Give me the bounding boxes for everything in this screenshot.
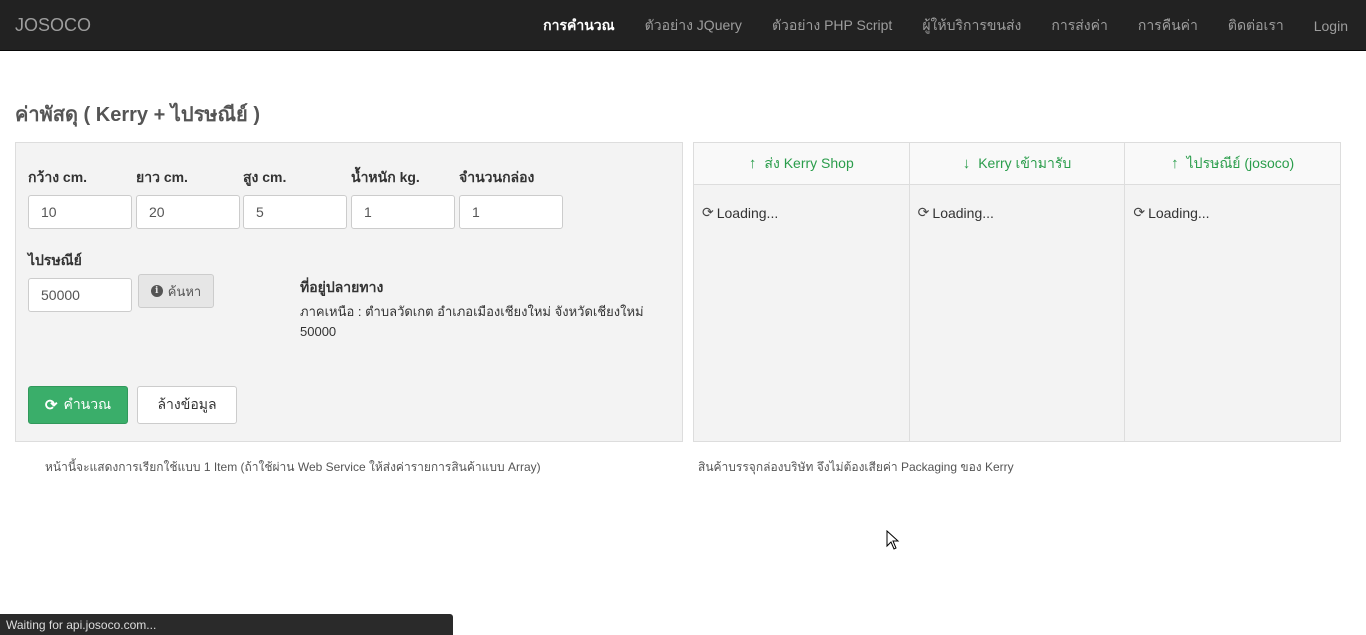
nav-item-calculation[interactable]: การคำนวณ (543, 15, 615, 37)
boxes-label: จำนวนกล่อง (459, 169, 535, 185)
boxes-input[interactable] (459, 195, 563, 229)
boxes-group: จำนวนกล่อง (459, 167, 563, 229)
loading-status: ⟳ Loading... (1133, 204, 1209, 221)
note-left: หน้านี้จะแสดงการเรียกใช้แบบ 1 Item (ถ้าใ… (45, 460, 541, 474)
nav-item-return-values[interactable]: การคืนค่า (1138, 15, 1198, 37)
search-button[interactable]: i ค้นหา (138, 274, 214, 308)
page-title: ค่าพัสดุ ( Kerry + ไปรษณีย์ ) (15, 104, 260, 126)
result-header: ↑ ส่ง Kerry Shop (694, 143, 909, 185)
destination-address: ที่อยู่ปลายทาง ภาคเหนือ : ตำบลวัดเกต อำเ… (300, 277, 670, 342)
refresh-icon: ⟳ (702, 204, 714, 220)
info-icon: i (150, 285, 163, 297)
length-group: ยาว cm. (136, 167, 240, 229)
mouse-cursor-icon (886, 530, 900, 550)
postcode-label: ไปรษณีย์ (28, 252, 82, 268)
nav-item-carriers[interactable]: ผู้ให้บริการขนส่ง (922, 15, 1021, 37)
height-input[interactable] (243, 195, 347, 229)
calculate-button-label: คำนวณ (63, 396, 112, 412)
arrow-up-icon: ↑ (748, 155, 757, 172)
arrow-down-icon: ↓ (962, 155, 971, 172)
result-column-kerry-pickup: ↓ Kerry เข้ามารับ ⟳ Loading... (909, 143, 1126, 441)
result-column-kerry-shop: ↑ ส่ง Kerry Shop ⟳ Loading... (694, 143, 910, 441)
width-input[interactable] (28, 195, 132, 229)
refresh-icon: ⟳ (1133, 204, 1146, 220)
nav-item-login[interactable]: Login (1314, 18, 1348, 34)
nav-item-jquery-example[interactable]: ตัวอย่าง JQuery (645, 15, 742, 37)
note-right: สินค้าบรรจุกล่องบริษัท จึงไม่ต้องเสียค่า… (698, 460, 1014, 474)
loading-text: Loading... (932, 204, 994, 221)
loading-text: Loading... (716, 204, 779, 221)
postcode-group: ไปรษณีย์ (28, 250, 132, 312)
loading-status: ⟳ Loading... (702, 204, 778, 221)
results-panel: ↑ ส่ง Kerry Shop ⟳ Loading... ↓ Kerry เข… (693, 142, 1341, 442)
result-header-label: ส่ง Kerry Shop (764, 154, 854, 171)
parcel-form: กว้าง cm. ยาว cm. สูง cm. น้ำหนัก kg. จำ… (15, 142, 683, 442)
refresh-icon: ⟳ (917, 204, 930, 220)
result-header: ↑ ไปรษณีย์ (josoco) (1125, 143, 1341, 185)
height-label: สูง cm. (243, 169, 287, 185)
nav-item-php-example[interactable]: ตัวอย่าง PHP Script (772, 15, 892, 37)
result-header-label: Kerry เข้ามารับ (978, 154, 1072, 171)
arrow-up-icon: ↑ (1171, 155, 1179, 172)
width-group: กว้าง cm. (28, 167, 132, 229)
address-text: ภาคเหนือ : ตำบลวัดเกต อำเภอเมืองเชียงใหม… (300, 304, 644, 339)
result-column-post: ↑ ไปรษณีย์ (josoco) ⟳ Loading... (1125, 143, 1341, 441)
refresh-icon: ⟳ (44, 397, 58, 414)
length-input[interactable] (136, 195, 240, 229)
result-header: ↓ Kerry เข้ามารับ (909, 143, 1125, 185)
brand-logo[interactable]: JOSOCO (15, 15, 91, 36)
postcode-input[interactable] (28, 278, 132, 312)
weight-group: น้ำหนัก kg. (351, 167, 455, 229)
weight-label: น้ำหนัก kg. (351, 169, 420, 185)
search-button-label: ค้นหา (167, 283, 202, 299)
height-group: สูง cm. (243, 167, 347, 229)
navbar: JOSOCO การคำนวณ ตัวอย่าง JQuery ตัวอย่าง… (0, 0, 1366, 51)
browser-status-bar: Waiting for api.josoco.com... (0, 614, 453, 635)
loading-status: ⟳ Loading... (918, 204, 994, 221)
result-header-label: ไปรษณีย์ (josoco) (1186, 154, 1295, 171)
calculate-button[interactable]: ⟳ คำนวณ (28, 386, 128, 424)
nav-menu: การคำนวณ ตัวอย่าง JQuery ตัวอย่าง PHP Sc… (513, 0, 1348, 51)
nav-item-send-params[interactable]: การส่งค่า (1051, 15, 1107, 37)
width-label: กว้าง cm. (28, 169, 88, 185)
weight-input[interactable] (351, 195, 455, 229)
address-title: ที่อยู่ปลายทาง (300, 279, 384, 295)
length-label: ยาว cm. (136, 169, 188, 185)
clear-button[interactable]: ล้างข้อมูล (137, 386, 237, 424)
loading-text: Loading... (1148, 204, 1210, 221)
nav-item-contact[interactable]: ติดต่อเรา (1228, 15, 1284, 37)
